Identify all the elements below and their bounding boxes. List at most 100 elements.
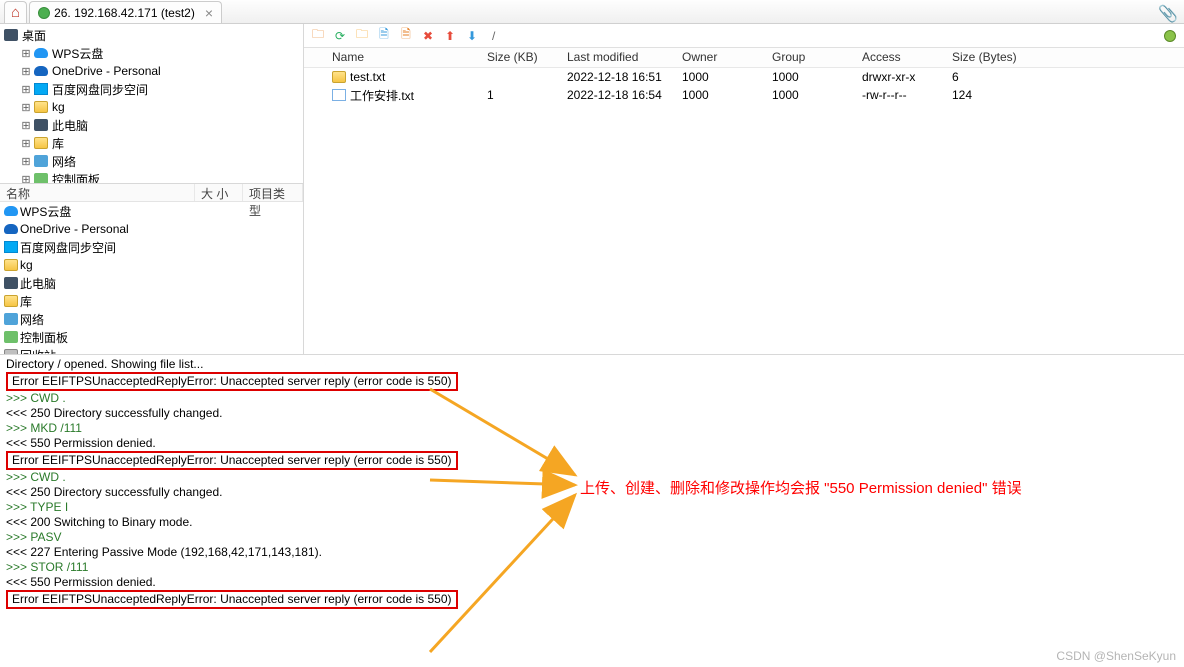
cloud-navy-icon bbox=[4, 224, 18, 234]
file-name: 工作安排.txt bbox=[350, 87, 414, 104]
expand-icon[interactable]: ⊞ bbox=[20, 137, 32, 150]
list-item[interactable]: OneDrive - Personal bbox=[0, 220, 303, 238]
folder-icon bbox=[34, 101, 48, 113]
main-area: 桌面 ⊞WPS云盘⊞OneDrive - Personal⊞百度网盘同步空间⊞k… bbox=[0, 24, 1184, 354]
col-type[interactable]: 项目类型 bbox=[243, 184, 303, 201]
tree-item[interactable]: ⊞此电脑 bbox=[0, 116, 303, 134]
tree-item[interactable]: ⊞ WPS云盘 bbox=[0, 44, 303, 62]
log-line: >>> CWD . bbox=[6, 391, 1178, 406]
file-modified: 2022-12-18 16:51 bbox=[559, 70, 674, 84]
rcol-owner[interactable]: Owner bbox=[674, 48, 764, 67]
annotation-text: 上传、创建、删除和修改操作均会报 "550 Permission denied"… bbox=[580, 477, 1022, 498]
new-folder-icon[interactable]: 🗀 bbox=[354, 28, 370, 44]
tab-session[interactable]: 26. 192.168.42.171 (test2) × bbox=[29, 1, 222, 23]
rcol-lm[interactable]: Last modified bbox=[559, 48, 674, 67]
list-item[interactable]: kg bbox=[0, 256, 303, 274]
list-item[interactable]: 网络 bbox=[0, 310, 303, 328]
local-list: WPS云盘 OneDrive - Personal 百度网盘同步空间kg此电脑库网络… bbox=[0, 202, 303, 354]
remote-toolbar: 🗀 ⟳ 🗀 🗎 🗎 ✖ ⬆ ⬇ / bbox=[304, 24, 1184, 48]
ctrl-icon bbox=[4, 331, 18, 343]
download-icon[interactable]: ⬇ bbox=[464, 28, 480, 44]
paperclip-icon[interactable]: 📎 bbox=[1158, 4, 1178, 24]
folder-icon bbox=[4, 259, 18, 271]
watermark: CSDN @ShenSeKyun bbox=[1056, 649, 1176, 663]
log-pane: Directory / opened. Showing file list...… bbox=[0, 354, 1184, 664]
list-item[interactable]: 百度网盘同步空间 bbox=[0, 238, 303, 256]
list-item-label: 库 bbox=[20, 293, 32, 310]
log-line: <<< 550 Permission denied. bbox=[6, 575, 1178, 590]
list-item[interactable]: WPS云盘 bbox=[0, 202, 303, 220]
list-item-label: 百度网盘同步空间 bbox=[20, 239, 116, 256]
local-tree: 桌面 ⊞ WPS云盘 ⊞ OneDrive - Personal ⊞百度网盘同步空间⊞k… bbox=[0, 24, 303, 184]
col-size[interactable]: 大 小 bbox=[195, 184, 243, 201]
file-access: drwxr-xr-x bbox=[854, 70, 944, 84]
tree-root-label: 桌面 bbox=[22, 27, 46, 44]
connection-status-icon bbox=[1164, 30, 1176, 42]
col-name[interactable]: 名称 bbox=[0, 184, 195, 201]
expand-icon[interactable]: ⊞ bbox=[20, 65, 32, 78]
log-line: <<< 250 Directory successfully changed. bbox=[6, 406, 1178, 421]
tree-item[interactable]: ⊞ 网络 bbox=[0, 152, 303, 170]
net-icon bbox=[4, 313, 18, 325]
list-item[interactable]: 库 bbox=[0, 292, 303, 310]
remote-file-row[interactable]: test.txt 2022-12-18 16:51 1000 1000 drwx… bbox=[304, 68, 1184, 86]
log-line: <<< 200 Switching to Binary mode. bbox=[6, 515, 1178, 530]
refresh-icon[interactable]: ⟳ bbox=[332, 28, 348, 44]
list-item[interactable]: 回收站 bbox=[0, 346, 303, 354]
ctrl-icon bbox=[34, 173, 48, 184]
log-line: <<< 550 Permission denied. bbox=[6, 436, 1178, 451]
expand-icon[interactable]: ⊞ bbox=[20, 83, 32, 96]
expand-icon[interactable]: ⊞ bbox=[20, 47, 32, 60]
log-line: Error EEIFTPSUnacceptedReplyError: Unacc… bbox=[6, 451, 1178, 470]
local-pane: 桌面 ⊞WPS云盘⊞OneDrive - Personal⊞百度网盘同步空间⊞k… bbox=[0, 24, 304, 354]
tree-item-label: 控制面板 bbox=[52, 171, 100, 185]
rcol-name[interactable]: Name bbox=[304, 48, 479, 67]
delete-icon[interactable]: ✖ bbox=[420, 28, 436, 44]
list-item-label: WPS云盘 bbox=[20, 203, 71, 220]
tree-item-label: 网络 bbox=[52, 153, 76, 170]
rcol-sizekb[interactable]: Size (KB) bbox=[479, 48, 559, 67]
rcol-access[interactable]: Access bbox=[854, 48, 944, 67]
list-item-label: OneDrive - Personal bbox=[20, 222, 129, 236]
tree-item[interactable]: ⊞ OneDrive - Personal bbox=[0, 62, 303, 80]
tree-item-label: WPS云盘 bbox=[52, 45, 103, 62]
log-line: Directory / opened. Showing file list... bbox=[6, 357, 1178, 372]
folder-icon bbox=[332, 71, 346, 83]
copy-icon[interactable]: 🗎 bbox=[376, 28, 392, 44]
doc-icon bbox=[332, 89, 346, 101]
desktop-icon bbox=[4, 29, 18, 41]
log-error-text: Error EEIFTPSUnacceptedReplyError: Unacc… bbox=[6, 451, 458, 470]
expand-icon[interactable]: ⊞ bbox=[20, 119, 32, 132]
tree-item[interactable]: ⊞kg bbox=[0, 98, 303, 116]
log-line: >>> MKD /111 bbox=[6, 421, 1178, 436]
expand-icon[interactable]: ⊞ bbox=[20, 173, 32, 185]
remote-file-row[interactable]: 工作安排.txt 1 2022-12-18 16:54 1000 1000 -r… bbox=[304, 86, 1184, 104]
file-bytes: 124 bbox=[944, 88, 1044, 102]
cloud-navy-icon bbox=[34, 66, 48, 76]
tree-item-label: 库 bbox=[52, 135, 64, 152]
close-icon[interactable]: × bbox=[205, 5, 213, 21]
list-item[interactable]: 控制面板 bbox=[0, 328, 303, 346]
paste-icon[interactable]: 🗎 bbox=[398, 28, 414, 44]
file-owner: 1000 bbox=[674, 88, 764, 102]
tab-title: 26. 192.168.42.171 (test2) bbox=[54, 6, 195, 20]
tree-item-label: OneDrive - Personal bbox=[52, 64, 161, 78]
remote-path[interactable]: / bbox=[492, 29, 1178, 43]
list-item-label: 控制面板 bbox=[20, 329, 68, 346]
status-dot-icon bbox=[38, 7, 50, 19]
tree-item[interactable]: ⊞ 控制面板 bbox=[0, 170, 303, 184]
tab-home[interactable]: ⌂ bbox=[4, 1, 27, 23]
expand-icon[interactable]: ⊞ bbox=[20, 101, 32, 114]
list-item[interactable]: 此电脑 bbox=[0, 274, 303, 292]
rcol-group[interactable]: Group bbox=[764, 48, 854, 67]
expand-icon[interactable]: ⊞ bbox=[20, 155, 32, 168]
home-folder-icon[interactable]: 🗀 bbox=[310, 28, 326, 44]
tree-root[interactable]: 桌面 bbox=[0, 26, 303, 44]
file-sizekb: 1 bbox=[479, 88, 559, 102]
remote-file-list: test.txt 2022-12-18 16:51 1000 1000 drwx… bbox=[304, 68, 1184, 354]
upload-icon[interactable]: ⬆ bbox=[442, 28, 458, 44]
tree-item[interactable]: ⊞百度网盘同步空间 bbox=[0, 80, 303, 98]
log-line: >>> PASV bbox=[6, 530, 1178, 545]
rcol-bytes[interactable]: Size (Bytes) bbox=[944, 48, 1044, 67]
tree-item[interactable]: ⊞库 bbox=[0, 134, 303, 152]
